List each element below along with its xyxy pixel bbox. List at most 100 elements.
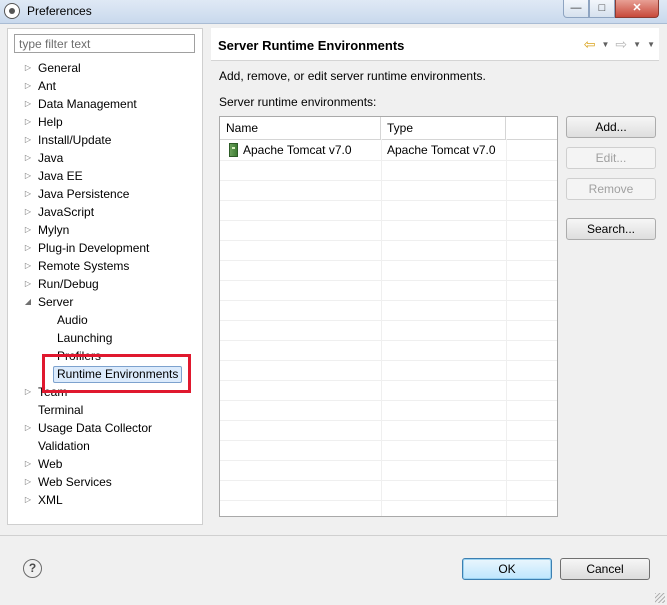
runtime-type-cell: Apache Tomcat v7.0: [387, 143, 496, 157]
column-header-type[interactable]: Type: [381, 117, 506, 139]
dialog-button-bar: ? OK Cancel: [0, 536, 667, 605]
window-controls: — □ ✕: [563, 0, 659, 18]
collapsed-twisty-icon[interactable]: ▷: [23, 383, 33, 401]
tree-item-label: Data Management: [38, 97, 137, 111]
title-bar: Preferences — □ ✕: [0, 0, 667, 24]
eclipse-app-icon: [4, 3, 20, 19]
collapsed-twisty-icon[interactable]: ▷: [23, 239, 33, 257]
tree-item-label: Java EE: [38, 169, 83, 183]
collapsed-twisty-icon[interactable]: ▷: [23, 257, 33, 275]
close-button[interactable]: ✕: [615, 0, 659, 18]
resize-grip-icon[interactable]: [655, 593, 665, 603]
annotation-highlight-box: [42, 354, 191, 393]
tree-item-label: Audio: [57, 313, 88, 327]
back-arrow-icon[interactable]: ⇦: [584, 36, 596, 53]
tree-item-label: Usage Data Collector: [38, 421, 153, 435]
page-title: Server Runtime Environments: [218, 38, 405, 53]
tree-item-label: Run/Debug: [38, 277, 99, 291]
tree-item-label: Server: [38, 295, 74, 309]
ok-button[interactable]: OK: [462, 558, 552, 580]
forward-dropdown-icon[interactable]: ▼: [633, 40, 641, 49]
tree-item[interactable]: ▷ Ant: [8, 77, 202, 95]
collapsed-twisty-icon[interactable]: ▷: [23, 77, 33, 95]
tree-item-label: Launching: [57, 331, 113, 345]
tree-item[interactable]: ▷ Help: [8, 113, 202, 131]
tree-item-label: Install/Update: [38, 133, 112, 147]
back-dropdown-icon[interactable]: ▼: [602, 40, 610, 49]
tree-item[interactable]: ▷ Remote Systems: [8, 257, 202, 275]
expanded-twisty-icon[interactable]: ◢: [23, 293, 33, 311]
tree-item[interactable]: Validation: [8, 437, 202, 455]
tree-item[interactable]: Launching: [8, 329, 202, 347]
tree-item[interactable]: ▷ Plug-in Development: [8, 239, 202, 257]
tree-item[interactable]: ◢ Server: [8, 293, 202, 311]
collapsed-twisty-icon[interactable]: ▷: [23, 95, 33, 113]
window-title: Preferences: [27, 4, 92, 18]
collapsed-twisty-icon[interactable]: ▷: [23, 455, 33, 473]
collapsed-twisty-icon[interactable]: ▷: [23, 131, 33, 149]
server-runtime-icon: [229, 143, 238, 157]
tree-item[interactable]: ▷ Install/Update: [8, 131, 202, 149]
tree-item-label: JavaScript: [38, 205, 95, 219]
tree-item-label: Validation: [38, 439, 90, 453]
tree-item-label: Remote Systems: [38, 259, 130, 273]
edit-button[interactable]: Edit...: [566, 147, 656, 169]
tree-item[interactable]: ▷ JavaScript: [8, 203, 202, 221]
cancel-button[interactable]: Cancel: [560, 558, 650, 580]
tree-item[interactable]: ▷ Web Services: [8, 473, 202, 491]
tree-item-label: Help: [38, 115, 63, 129]
tree-item-label: General: [38, 61, 81, 75]
tree-item-label: Web Services: [38, 475, 112, 489]
tree-item[interactable]: ▷ Java: [8, 149, 202, 167]
tree-item[interactable]: ▷ Mylyn: [8, 221, 202, 239]
preference-navigation-pane: ▷ General ▷ Ant ▷ Data Management ▷ Help ▷ Instal…: [7, 28, 203, 525]
help-icon[interactable]: ?: [23, 559, 42, 578]
forward-arrow-icon[interactable]: ⇨: [615, 36, 627, 53]
column-header-name[interactable]: Name: [220, 117, 381, 139]
collapsed-twisty-icon[interactable]: ▷: [23, 203, 33, 221]
table-header: Name Type: [220, 117, 557, 140]
tree-item[interactable]: ▷ Java Persistence: [8, 185, 202, 203]
tree-item-label: Java Persistence: [38, 187, 130, 201]
tree-item-label: Mylyn: [38, 223, 70, 237]
tree-item[interactable]: ▷ Web: [8, 455, 202, 473]
view-menu-icon[interactable]: ▼: [647, 40, 655, 49]
tree-item[interactable]: Audio: [8, 311, 202, 329]
minimize-button[interactable]: —: [563, 0, 589, 18]
tree-item[interactable]: ▷ General: [8, 59, 202, 77]
collapsed-twisty-icon[interactable]: ▷: [23, 59, 33, 77]
tree-item-label: XML: [38, 493, 63, 507]
tree-item-label: Java: [38, 151, 64, 165]
tree-item[interactable]: ▷ Data Management: [8, 95, 202, 113]
collapsed-twisty-icon[interactable]: ▷: [23, 113, 33, 131]
page-header: Server Runtime Environments ⇦ ▼ ⇨ ▼ ▼: [211, 28, 659, 61]
preference-page: Server Runtime Environments ⇦ ▼ ⇨ ▼ ▼ Ad…: [211, 28, 659, 525]
collapsed-twisty-icon[interactable]: ▷: [23, 185, 33, 203]
runtimes-label: Server runtime environments:: [219, 95, 377, 109]
tree-item-label: Terminal: [38, 403, 84, 417]
tree-item-label: Plug-in Development: [38, 241, 150, 255]
remove-button[interactable]: Remove: [566, 178, 656, 200]
tree-item[interactable]: ▷ Usage Data Collector: [8, 419, 202, 437]
tree-item-label: Ant: [38, 79, 57, 93]
tree-item[interactable]: Terminal: [8, 401, 202, 419]
history-navigation: ⇦ ▼ ⇨ ▼ ▼: [584, 36, 655, 53]
collapsed-twisty-icon[interactable]: ▷: [23, 473, 33, 491]
collapsed-twisty-icon[interactable]: ▷: [23, 167, 33, 185]
tree-item-label: Web: [38, 457, 63, 471]
tree-item[interactable]: ▷ Run/Debug: [8, 275, 202, 293]
collapsed-twisty-icon[interactable]: ▷: [23, 419, 33, 437]
runtime-table[interactable]: Name Type Apache Tomcat v7.0 Apache Tomc…: [219, 116, 558, 517]
collapsed-twisty-icon[interactable]: ▷: [23, 275, 33, 293]
tree-item[interactable]: ▷ Java EE: [8, 167, 202, 185]
collapsed-twisty-icon[interactable]: ▷: [23, 221, 33, 239]
page-description: Add, remove, or edit server runtime envi…: [219, 69, 486, 83]
add-button[interactable]: Add...: [566, 116, 656, 138]
table-row[interactable]: Apache Tomcat v7.0 Apache Tomcat v7.0: [220, 140, 557, 160]
maximize-button[interactable]: □: [589, 0, 615, 18]
tree-item[interactable]: ▷ XML: [8, 491, 202, 509]
search-button[interactable]: Search...: [566, 218, 656, 240]
collapsed-twisty-icon[interactable]: ▷: [23, 149, 33, 167]
collapsed-twisty-icon[interactable]: ▷: [23, 491, 33, 509]
filter-input[interactable]: [14, 34, 195, 53]
